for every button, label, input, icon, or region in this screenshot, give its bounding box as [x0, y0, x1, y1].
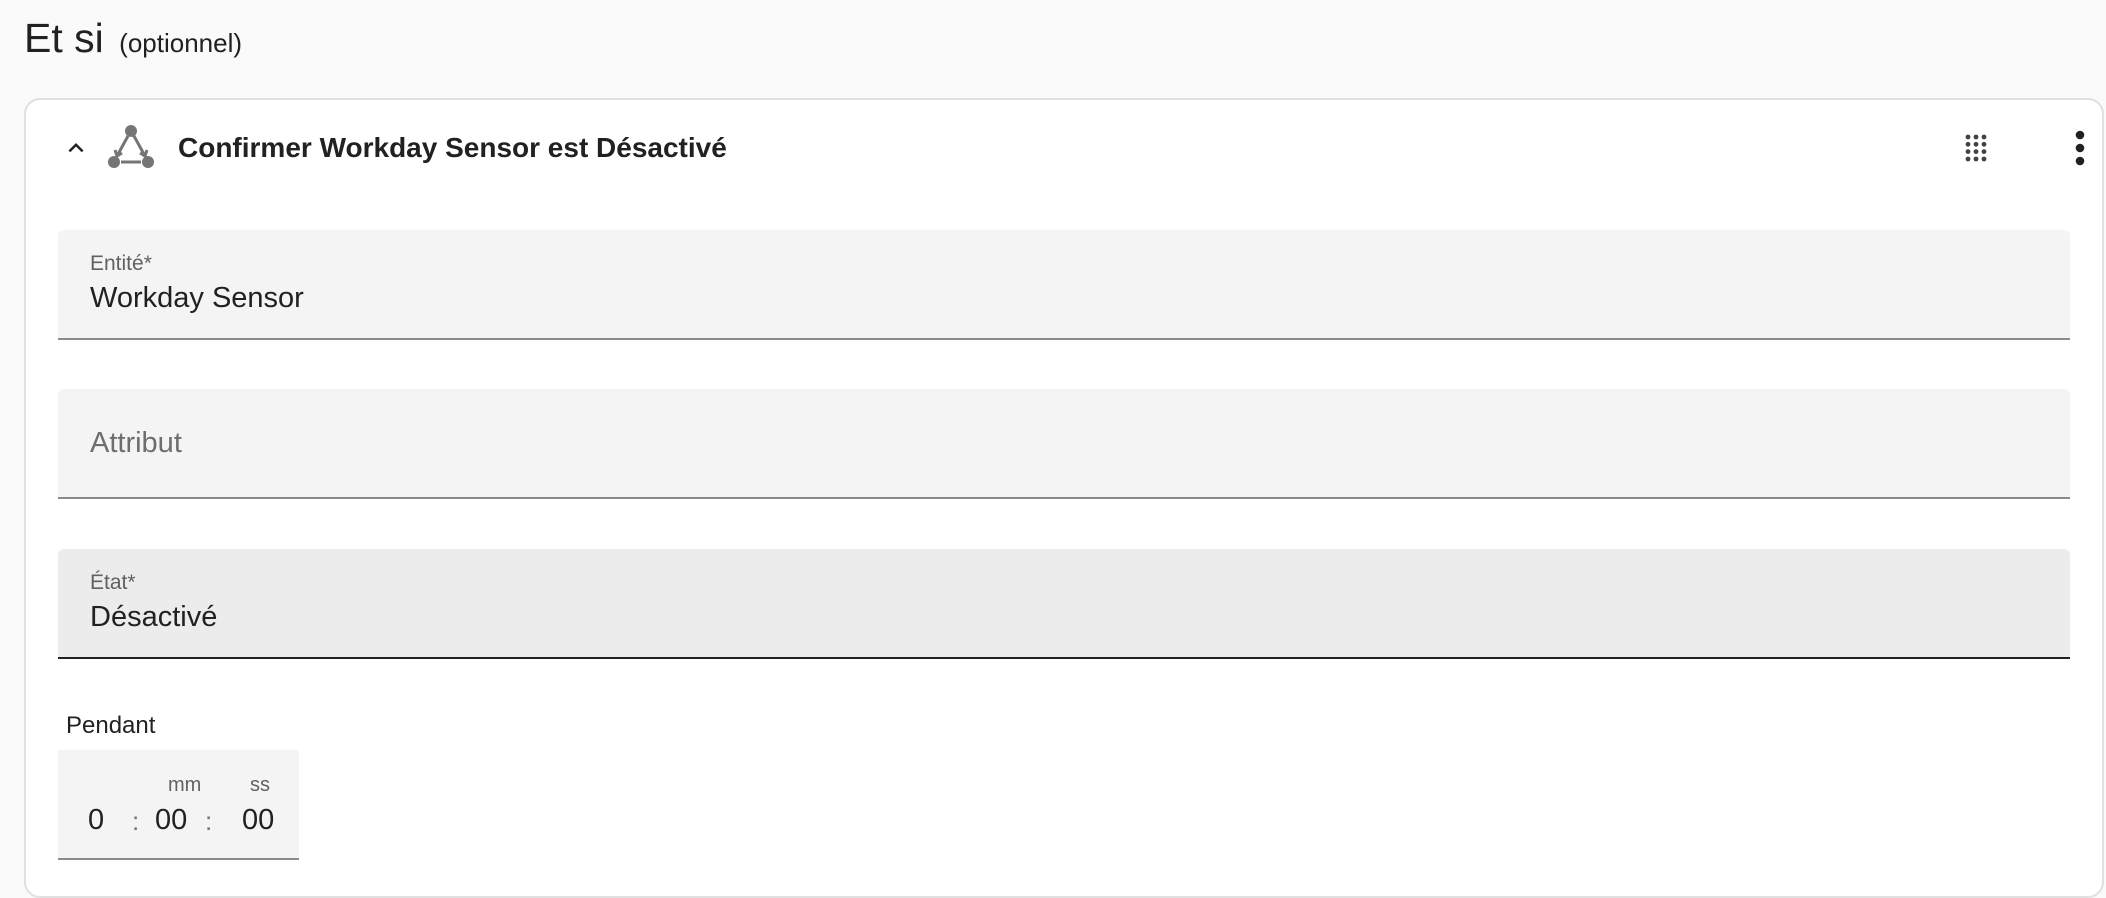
section-title-text: Et si: [24, 15, 104, 61]
condition-card-header[interactable]: Confirmer Workday Sensor est Désactivé: [26, 100, 2102, 196]
hours-input[interactable]: 0: [88, 804, 104, 837]
entity-field[interactable]: Entité* Workday Sensor: [58, 230, 2070, 340]
seconds-unit-label: ss: [250, 774, 270, 796]
condition-card: Confirmer Workday Sensor est Désactivé E…: [24, 98, 2104, 898]
section-title: Et si (optionnel): [24, 12, 242, 69]
condition-title: Confirmer Workday Sensor est Désactivé: [178, 132, 727, 163]
state-field[interactable]: État* Désactivé: [58, 549, 2070, 659]
attribute-field[interactable]: Attribut: [58, 389, 2070, 499]
state-condition-icon: [106, 124, 156, 172]
seconds-input[interactable]: 00: [242, 804, 274, 837]
more-vertical-icon[interactable]: [2056, 124, 2104, 172]
state-value: Désactivé: [90, 601, 218, 633]
entity-label: Entité*: [90, 252, 152, 275]
duration-input: mm ss 0 : 00 : 00: [58, 750, 299, 860]
drag-handle-icon[interactable]: [1952, 124, 2000, 172]
attribute-placeholder: Attribut: [90, 427, 182, 459]
section-optional-label: (optionnel): [119, 28, 243, 58]
duration-separator: :: [205, 806, 213, 836]
entity-value: Workday Sensor: [90, 282, 304, 314]
duration-label: Pendant: [66, 712, 156, 739]
chevron-up-icon[interactable]: [52, 124, 100, 172]
minutes-unit-label: mm: [168, 774, 202, 796]
state-label: État*: [90, 571, 136, 594]
duration-separator: :: [132, 806, 140, 836]
minutes-input[interactable]: 00: [155, 804, 187, 837]
